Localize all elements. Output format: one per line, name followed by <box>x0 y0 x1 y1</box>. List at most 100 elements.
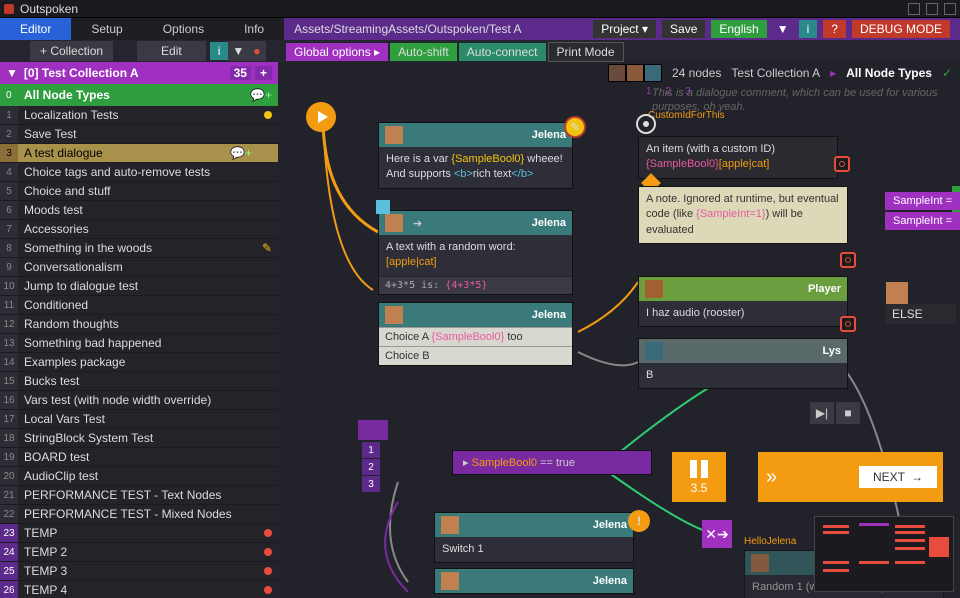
shuffle-node[interactable]: ✕➔ <box>702 520 732 548</box>
avatar <box>608 64 626 82</box>
item-node[interactable]: An item (with a custom ID) {SampleBool0}… <box>638 136 838 179</box>
avatar <box>441 572 459 590</box>
record-icon[interactable]: ● <box>248 41 265 61</box>
list-item[interactable]: 22PERFORMANCE TEST - Mixed Nodes <box>0 505 278 524</box>
lys-node[interactable]: Lys B <box>638 338 848 389</box>
list-item[interactable]: 26TEMP 4 <box>0 581 278 598</box>
custom-id-label: CustomIdForThis <box>648 110 725 121</box>
add-collection-button[interactable]: + Collection <box>30 41 113 61</box>
else-node[interactable]: ELSE <box>886 282 956 324</box>
bubble-icon: 💬+ <box>250 88 272 102</box>
list-item[interactable]: 20AudioClip test <box>0 467 278 486</box>
list-item[interactable]: 8Something in the woods✎ <box>0 239 278 258</box>
app-title: Outspoken <box>20 2 78 16</box>
condition-node[interactable]: ▸ SampleBool0 == true <box>452 450 652 475</box>
text-node-2[interactable]: ➔Jelena A text with a random word: [appl… <box>378 210 573 295</box>
global-options-button[interactable]: Global options ▸ <box>286 43 388 61</box>
switch-node-1[interactable]: Jelena Switch 1 <box>434 512 634 563</box>
collection-header[interactable]: ▼ [0] Test Collection A 35 + <box>0 62 278 84</box>
language-button[interactable]: English <box>711 20 766 38</box>
text-node-5[interactable]: Jelena <box>434 568 634 594</box>
arrow-icon: ➔ <box>413 217 422 230</box>
stop-icon[interactable]: ■ <box>836 402 860 424</box>
node-canvas[interactable]: 24 nodes Test Collection A ▸ All Node Ty… <box>278 62 960 598</box>
stop-icon[interactable] <box>834 156 850 172</box>
save-button[interactable]: Save <box>662 20 705 38</box>
list-item[interactable]: 25TEMP 3 <box>0 562 278 581</box>
minimize-icon[interactable] <box>908 3 920 15</box>
list-item[interactable]: 4Choice tags and auto-remove tests <box>0 163 278 182</box>
app-icon <box>4 4 14 14</box>
list-item[interactable]: 5Choice and stuff <box>0 182 278 201</box>
next-button[interactable]: NEXT→ <box>859 466 937 488</box>
tab-editor[interactable]: Editor <box>0 18 71 40</box>
auto-connect-toggle[interactable]: Auto-connect <box>459 43 546 61</box>
list-item[interactable]: 23TEMP <box>0 524 278 543</box>
list-item[interactable]: 13Something bad happened <box>0 334 278 353</box>
dropdown-icon[interactable]: ▼ <box>773 20 793 38</box>
play-button[interactable] <box>306 102 336 132</box>
list-item[interactable]: 16Vars test (with node width override) <box>0 391 278 410</box>
variable-strip: SampleInt =SampleInt = <box>885 192 960 230</box>
minimap[interactable] <box>814 516 954 592</box>
stop-icon[interactable] <box>840 252 856 268</box>
avatar <box>644 64 662 82</box>
list-item[interactable]: 10Jump to dialogue test <box>0 277 278 296</box>
list-item[interactable]: 1Localization Tests <box>0 106 278 125</box>
node-body: Switch 1 <box>435 537 633 562</box>
list-item[interactable]: 14Examples package <box>0 353 278 372</box>
player-node[interactable]: Player I haz audio (rooster) <box>638 276 848 327</box>
tab-setup[interactable]: Setup <box>71 18 142 40</box>
next-node[interactable]: » NEXT→ <box>758 452 943 502</box>
choice-b[interactable]: Choice B <box>379 346 572 365</box>
dialogue-list[interactable]: 1Localization Tests2Save Test3A test dia… <box>0 106 278 598</box>
print-mode-toggle[interactable]: Print Mode <box>548 42 624 62</box>
list-item[interactable]: 6Moods test <box>0 201 278 220</box>
list-item[interactable]: 7Accessories <box>0 220 278 239</box>
choice-node[interactable]: Jelena Choice A {SampleBool0} too Choice… <box>378 302 573 366</box>
maximize-icon[interactable] <box>926 3 938 15</box>
list-item[interactable]: 3A test dialogue💬+ <box>0 144 278 163</box>
all-node-types-row[interactable]: 0 All Node Types 💬+ <box>0 84 278 106</box>
info-button[interactable]: i <box>799 20 818 38</box>
tab-options[interactable]: Options <box>143 18 224 40</box>
stop-icon[interactable] <box>840 316 856 332</box>
list-item[interactable]: 18StringBlock System Test <box>0 429 278 448</box>
skip-controls: ▶| ■ <box>810 402 860 424</box>
avatar <box>385 306 403 324</box>
edit-node-icon[interactable]: ✎ <box>564 116 586 138</box>
list-item[interactable]: 24TEMP 2 <box>0 543 278 562</box>
avatar <box>441 516 459 534</box>
target-icon[interactable] <box>636 114 656 134</box>
debug-mode-button[interactable]: DEBUG MODE <box>852 20 950 38</box>
avatar <box>626 64 644 82</box>
list-item[interactable]: 9Conversationalism <box>0 258 278 277</box>
note-node[interactable]: A note. Ignored at runtime, but eventual… <box>638 186 848 244</box>
breadcrumb: 24 nodes Test Collection A ▸ All Node Ty… <box>608 64 952 82</box>
close-icon[interactable] <box>944 3 956 15</box>
list-item[interactable]: 2Save Test <box>0 125 278 144</box>
help-button[interactable]: ? <box>823 20 846 38</box>
collection-add-button[interactable]: + <box>255 66 272 80</box>
choice-a[interactable]: Choice A {SampleBool0} too <box>379 327 572 346</box>
dropdown-icon[interactable]: ▼ <box>228 41 248 61</box>
auto-shift-toggle[interactable]: Auto-shift <box>390 43 457 61</box>
pencil-icon: ✎ <box>262 241 272 255</box>
pause-node[interactable]: 3.5 <box>672 452 726 502</box>
tab-info[interactable]: Info <box>224 18 284 40</box>
project-dropdown[interactable]: Project ▾ <box>593 20 656 38</box>
edit-button[interactable]: Edit <box>137 41 206 61</box>
info-button-2[interactable]: i <box>210 42 229 60</box>
bubble-icon: 💬+ <box>230 146 252 160</box>
skip-forward-icon[interactable]: ▶| <box>810 402 834 424</box>
number-stack: 123 <box>362 442 380 492</box>
list-item[interactable]: 11Conditioned <box>0 296 278 315</box>
list-item[interactable]: 21PERFORMANCE TEST - Text Nodes <box>0 486 278 505</box>
node-body: A text with a random word: [apple|cat] <box>379 235 572 276</box>
text-node-1[interactable]: Jelena Here is a var {SampleBool0} wheee… <box>378 122 573 189</box>
list-item[interactable]: 15Bucks test <box>0 372 278 391</box>
list-item[interactable]: 17Local Vars Test <box>0 410 278 429</box>
list-item[interactable]: 12Random thoughts <box>0 315 278 334</box>
list-item[interactable]: 19BOARD test <box>0 448 278 467</box>
condition-dot[interactable] <box>358 420 388 440</box>
